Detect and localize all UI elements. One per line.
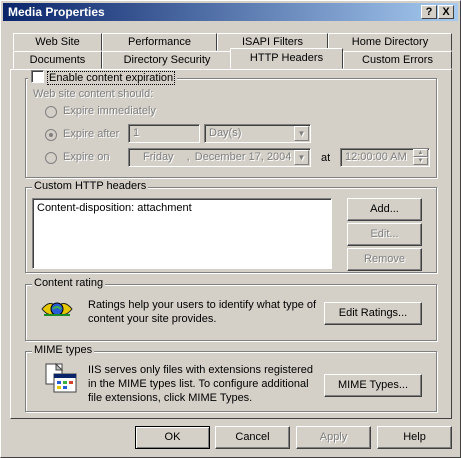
help-icon[interactable]: ?	[421, 5, 437, 19]
tab-web-site[interactable]: Web Site	[13, 33, 102, 51]
chevron-down-icon[interactable]: ▼	[294, 150, 309, 165]
mime-text-line2: in the MIME types list. To configure add…	[88, 378, 309, 390]
tab-panel: Enable content expiration Web site conte…	[10, 69, 452, 419]
enable-expiration-wrap[interactable]: Enable content expiration	[28, 70, 178, 85]
content-rating-group: Content rating Ratings help your users t…	[25, 277, 437, 341]
mime-types-group: MIME types IIS serves only files with ex…	[25, 344, 437, 412]
custom-headers-list[interactable]: Content-disposition: attachment	[32, 198, 332, 269]
expiration-group: Enable content expiration Web site conte…	[25, 70, 437, 178]
expire-time-field[interactable]: 12:00:00 AM ▲ ▼	[340, 148, 430, 167]
content-rating-label: Content rating	[32, 277, 106, 289]
tab-http-headers[interactable]: HTTP Headers	[230, 48, 343, 69]
expire-after-label: Expire after	[63, 128, 120, 140]
list-item[interactable]: Content-disposition: attachment	[37, 202, 192, 214]
date-value: December 17, 2004	[194, 151, 292, 163]
tab-documents[interactable]: Documents	[13, 51, 102, 69]
date-separator: ,	[186, 151, 190, 163]
custom-headers-label: Custom HTTP headers	[32, 180, 149, 192]
spin-up-icon[interactable]: ▲	[413, 149, 428, 157]
ok-button[interactable]: OK	[135, 426, 210, 449]
spin-down-icon[interactable]: ▼	[413, 157, 428, 165]
mime-text-line3: file extensions, click MIME Types.	[88, 392, 253, 404]
expire-unit-select[interactable]: Day(s) ▼	[204, 124, 311, 143]
add-header-button[interactable]: Add...	[347, 198, 422, 221]
expire-unit-value: Day(s)	[209, 127, 242, 139]
radio-expire-on[interactable]	[45, 152, 57, 164]
expire-after-value[interactable]: 1	[128, 124, 200, 143]
window-title: Media Properties	[8, 5, 105, 19]
apply-button[interactable]: Apply	[296, 426, 371, 449]
date-weekday: Friday	[143, 151, 174, 163]
mime-types-label: MIME types	[32, 344, 95, 356]
tab-directory-security[interactable]: Directory Security	[102, 51, 232, 69]
rating-text-line2: content your site provides.	[88, 313, 217, 325]
help-button[interactable]: Help	[377, 426, 452, 449]
chevron-down-icon[interactable]: ▼	[294, 126, 309, 141]
custom-headers-group: Custom HTTP headers Content-disposition:…	[25, 180, 437, 273]
enable-expiration-label: Enable content expiration	[46, 71, 176, 85]
close-icon[interactable]: X	[438, 5, 454, 19]
tab-custom-errors[interactable]: Custom Errors	[343, 51, 452, 69]
cancel-button[interactable]: Cancel	[215, 426, 290, 449]
remove-header-button[interactable]: Remove	[347, 248, 422, 271]
tab-home-directory[interactable]: Home Directory	[328, 33, 452, 51]
tab-performance[interactable]: Performance	[102, 33, 217, 51]
radio-expire-after[interactable]	[45, 129, 57, 141]
expire-date-picker[interactable]: Friday , December 17, 2004 ▼	[128, 148, 311, 167]
time-value: 12:00:00 AM	[345, 151, 407, 163]
radio-expire-immediately[interactable]	[45, 106, 57, 118]
ratings-icon	[41, 302, 73, 316]
edit-ratings-button[interactable]: Edit Ratings...	[324, 302, 422, 325]
rating-text-line1: Ratings help your users to identify what…	[88, 299, 317, 311]
mime-types-button[interactable]: MIME Types...	[324, 374, 422, 397]
mime-types-icon	[45, 362, 77, 393]
expire-immediately-label: Expire immediately	[63, 105, 156, 117]
expiration-subtitle: Web site content should:	[33, 88, 154, 100]
at-label: at	[321, 152, 331, 164]
enable-expiration-checkbox[interactable]	[31, 70, 44, 83]
edit-header-button[interactable]: Edit...	[347, 223, 422, 246]
expire-on-label: Expire on	[63, 151, 110, 163]
title-bar[interactable]: Media Properties ? X	[3, 3, 458, 21]
properties-window: Media Properties ? X Web Site Performanc…	[0, 0, 461, 458]
mime-text-line1: IIS serves only files with extensions re…	[88, 364, 313, 376]
